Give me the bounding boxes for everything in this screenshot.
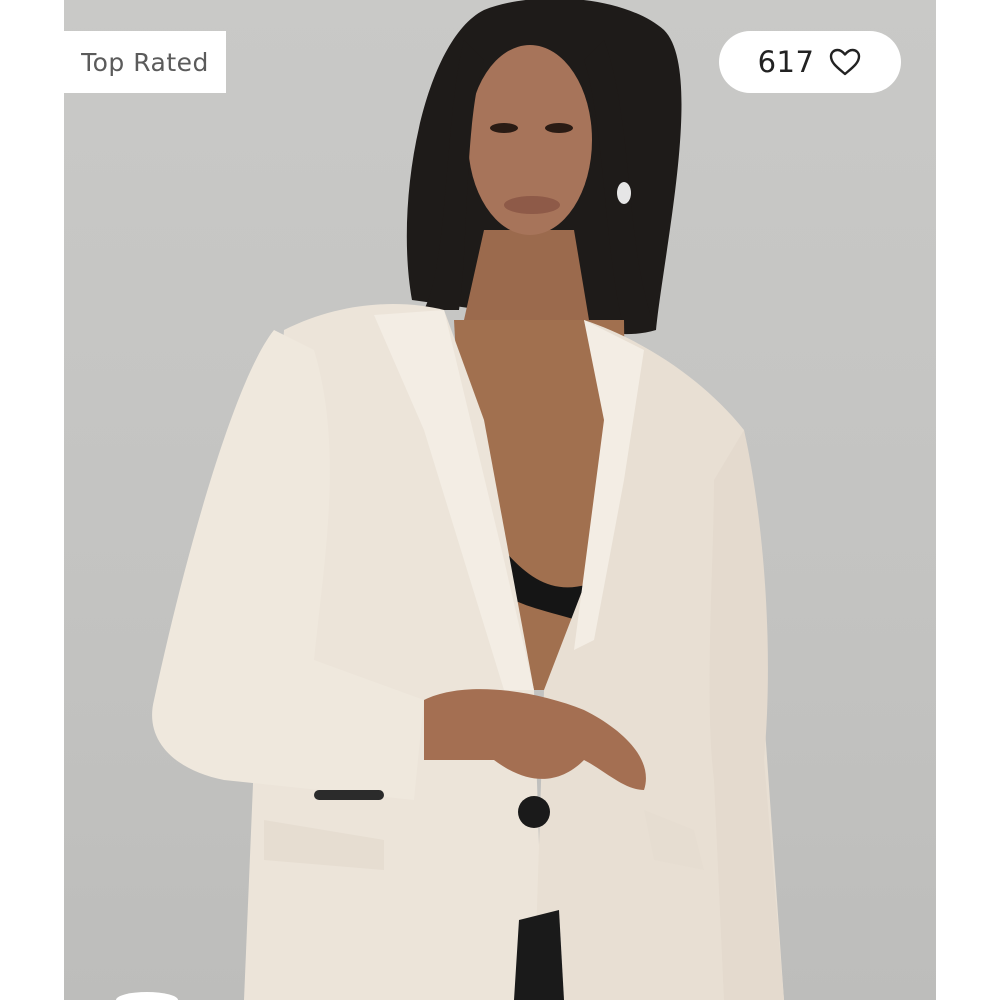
top-rated-badge: Top Rated <box>64 31 226 93</box>
product-card: Top Rated 617 <box>0 0 1000 1000</box>
top-rated-label: Top Rated <box>81 47 209 77</box>
favorite-button[interactable]: 617 <box>719 31 901 93</box>
product-photo[interactable] <box>64 0 936 1000</box>
heart-outline-icon <box>828 47 862 77</box>
favorite-count: 617 <box>757 45 815 79</box>
product-photo-illustration <box>152 0 784 1000</box>
